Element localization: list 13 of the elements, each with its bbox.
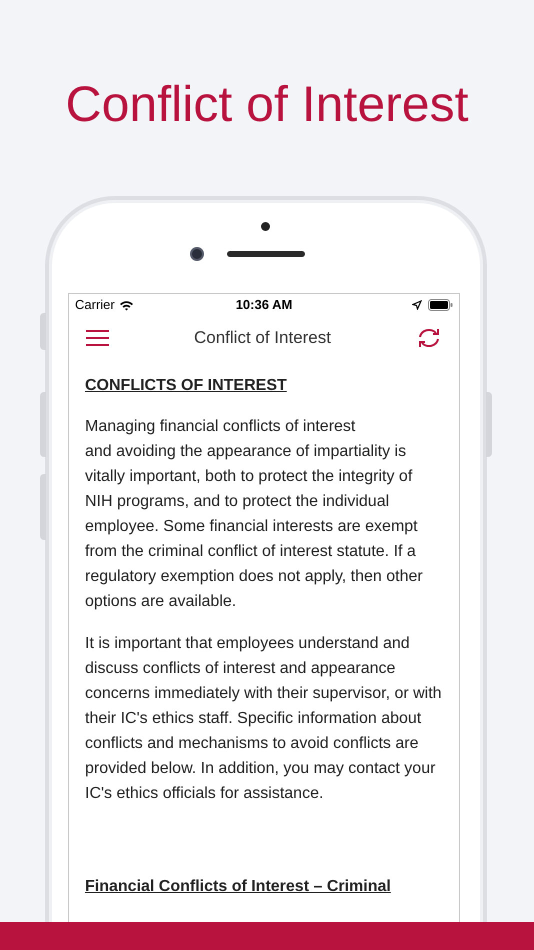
battery-icon xyxy=(428,299,453,311)
status-time: 10:36 AM xyxy=(236,296,292,314)
section-heading: Financial Conflicts of Interest – Criminal xyxy=(85,877,392,897)
body-paragraph: It is important that employees understand and discuss conflicts of interest and appearance concerns immediately with their supervisor, or with their IC's ethics staff. Specific information about conflicts and mechanisms to avoid conflicts are provided below. In addition, you may contact your IC's ethics officials for assistance. xyxy=(85,634,443,804)
nav-title: Conflict of Interest xyxy=(194,327,331,350)
wifi-icon xyxy=(118,300,134,310)
section-heading: CONFLICTS OF INTEREST xyxy=(85,376,288,396)
carrier-label: Carrier xyxy=(75,296,115,314)
camera-icon xyxy=(190,247,204,261)
menu-icon[interactable] xyxy=(86,330,109,346)
headline: Conflict of Interest xyxy=(66,75,468,134)
body-paragraph: Managing financial conflicts of interest and avoiding the appearance of impartiality is vitally important, both to protect the integrity of NIH programs, and to protect the individual employee. Some financial interests are exempt from the criminal conflict of interest statute. If a regulatory exemption does not apply, then other options are available. xyxy=(85,417,424,612)
location-arrow-icon xyxy=(412,300,422,310)
